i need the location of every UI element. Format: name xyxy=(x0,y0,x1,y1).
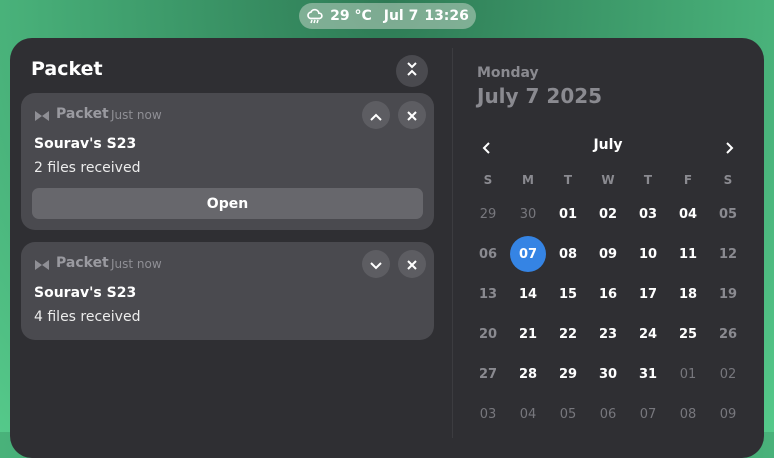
calendar-day[interactable]: 30 xyxy=(510,196,546,232)
notification-time: Just now xyxy=(111,257,162,271)
weekday-label: M xyxy=(522,173,534,187)
month-label: July xyxy=(593,137,623,153)
close-notification-button[interactable] xyxy=(398,250,426,278)
calendar-day[interactable]: 22 xyxy=(550,316,586,352)
calendar-day[interactable]: 02 xyxy=(590,196,626,232)
calendar-day[interactable]: 19 xyxy=(710,276,746,312)
notification-body: 4 files received xyxy=(34,309,141,325)
close-icon xyxy=(407,106,417,125)
calendar-day[interactable]: 09 xyxy=(590,236,626,272)
calendar-day[interactable]: 20 xyxy=(470,316,506,352)
chevron-up-icon xyxy=(370,106,382,125)
notification-title: Sourav's S23 xyxy=(34,136,137,152)
chevron-down-icon xyxy=(370,255,382,274)
weekday-label: W xyxy=(601,173,615,187)
calendar-day[interactable]: 05 xyxy=(710,196,746,232)
day-name[interactable]: Monday xyxy=(477,65,539,81)
expand-notification-button[interactable] xyxy=(362,250,390,278)
calendar-day[interactable]: 24 xyxy=(630,316,666,352)
temperature: 29 °C xyxy=(330,8,372,24)
calendar-day[interactable]: 07 xyxy=(630,396,666,432)
calendar-day[interactable]: 16 xyxy=(590,276,626,312)
notification-card[interactable]: Packet Just now Sourav's S23 4 files rec… xyxy=(21,242,434,340)
top-bar: 29 °C Jul 7 13:26 xyxy=(0,0,774,32)
notification-body: 2 files received xyxy=(34,160,141,176)
panel-divider xyxy=(452,48,453,438)
calendar-day[interactable]: 29 xyxy=(470,196,506,232)
calendar-day-today[interactable]: 07 xyxy=(510,236,546,272)
calendar-day[interactable]: 29 xyxy=(550,356,586,392)
notification-card[interactable]: Packet Just now Sourav's S23 2 files rec… xyxy=(21,93,434,230)
weekday-label: F xyxy=(683,173,693,187)
clock-button[interactable]: 29 °C Jul 7 13:26 xyxy=(299,3,476,29)
calendar-day[interactable]: 12 xyxy=(710,236,746,272)
weekday-label: T xyxy=(563,173,573,187)
calendar-day[interactable]: 05 xyxy=(550,396,586,432)
time: 13:26 xyxy=(424,8,469,24)
chevron-right-icon xyxy=(726,139,734,158)
collapse-notification-button[interactable] xyxy=(362,101,390,129)
close-notification-button[interactable] xyxy=(398,101,426,129)
open-button[interactable]: Open xyxy=(32,188,423,219)
app-name: Packet xyxy=(56,255,109,271)
calendar-day[interactable]: 21 xyxy=(510,316,546,352)
calendar-day[interactable]: 04 xyxy=(510,396,546,432)
calendar-day[interactable]: 06 xyxy=(470,236,506,272)
calendar-day[interactable]: 08 xyxy=(550,236,586,272)
chevron-left-icon xyxy=(482,139,490,158)
calendar-day[interactable]: 15 xyxy=(550,276,586,312)
calendar-day[interactable]: 01 xyxy=(670,356,706,392)
calendar-day[interactable]: 17 xyxy=(630,276,666,312)
calendar-day[interactable]: 30 xyxy=(590,356,626,392)
calendar-day[interactable]: 03 xyxy=(470,396,506,432)
calendar-day[interactable]: 08 xyxy=(670,396,706,432)
calendar-day[interactable]: 01 xyxy=(550,196,586,232)
calendar-day[interactable]: 09 xyxy=(710,396,746,432)
close-icon xyxy=(407,255,417,274)
calendar-day[interactable]: 02 xyxy=(710,356,746,392)
calendar-day[interactable]: 25 xyxy=(670,316,706,352)
packet-icon xyxy=(34,257,50,276)
calendar-day[interactable]: 14 xyxy=(510,276,546,312)
weekday-label: S xyxy=(723,173,733,187)
next-month-button[interactable] xyxy=(718,136,742,160)
calendar-day[interactable]: 18 xyxy=(670,276,706,312)
calendar-day[interactable]: 10 xyxy=(630,236,666,272)
packet-icon xyxy=(34,108,50,127)
calendar-day[interactable]: 04 xyxy=(670,196,706,232)
previous-month-button[interactable] xyxy=(474,136,498,160)
calendar-day[interactable]: 13 xyxy=(470,276,506,312)
calendar-day[interactable]: 27 xyxy=(470,356,506,392)
weekday-label: S xyxy=(483,173,493,187)
calendar-day[interactable]: 03 xyxy=(630,196,666,232)
full-date[interactable]: July 7 2025 xyxy=(477,84,602,108)
collapse-group-button[interactable] xyxy=(396,55,428,87)
calendar-day[interactable]: 06 xyxy=(590,396,626,432)
calendar-day[interactable]: 31 xyxy=(630,356,666,392)
notification-time: Just now xyxy=(111,108,162,122)
calendar-day[interactable]: 23 xyxy=(590,316,626,352)
date: Jul 7 xyxy=(383,8,419,24)
weekday-label: T xyxy=(643,173,653,187)
cloud-rain-icon xyxy=(306,7,324,25)
calendar-day[interactable]: 11 xyxy=(670,236,706,272)
notification-calendar-panel: Packet Packet Just now Sourav's S23 2 fi… xyxy=(10,38,764,458)
notification-group-title: Packet xyxy=(31,58,103,80)
notification-title: Sourav's S23 xyxy=(34,285,137,301)
calendar-day[interactable]: 28 xyxy=(510,356,546,392)
app-name: Packet xyxy=(56,106,109,122)
collapse-icon xyxy=(405,61,419,81)
calendar-day[interactable]: 26 xyxy=(710,316,746,352)
